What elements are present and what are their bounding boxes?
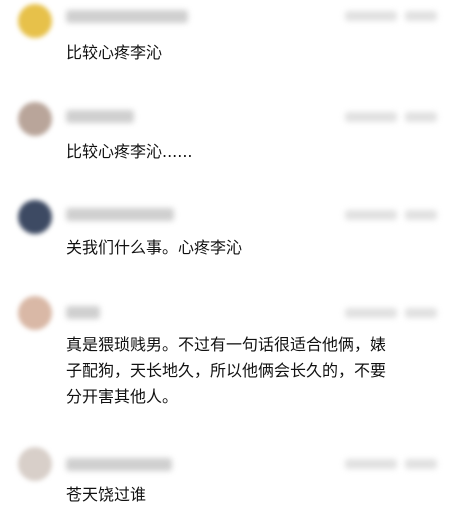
timestamp-blurred: [345, 459, 397, 469]
timestamp-blurred: [345, 210, 397, 220]
timestamp-blurred: [345, 11, 397, 21]
like-count-blurred[interactable]: [405, 459, 437, 469]
username-blurred[interactable]: [66, 306, 100, 319]
avatar[interactable]: [18, 447, 52, 481]
timestamp-blurred: [345, 308, 397, 318]
comment-text: 关我们什么事。心疼李沁: [66, 238, 243, 257]
timestamp-blurred: [345, 112, 397, 122]
avatar[interactable]: [18, 200, 52, 234]
like-count-blurred[interactable]: [405, 210, 437, 220]
avatar[interactable]: [18, 102, 52, 136]
comment-text: 比较心疼李沁......: [66, 142, 193, 161]
username-blurred[interactable]: [66, 110, 134, 123]
like-count-blurred[interactable]: [405, 11, 437, 21]
username-blurred[interactable]: [66, 458, 172, 471]
avatar[interactable]: [18, 4, 52, 38]
username-blurred[interactable]: [66, 10, 188, 23]
like-count-blurred[interactable]: [405, 112, 437, 122]
username-blurred[interactable]: [66, 208, 174, 221]
comment-text: 比较心疼李沁: [66, 43, 163, 62]
comment-text: 苍天饶过谁: [66, 485, 147, 504]
like-count-blurred[interactable]: [405, 308, 437, 318]
avatar[interactable]: [18, 296, 52, 330]
comment-text: 真是猥琐贱男。不过有一句话很适合他俩，婊 子配狗，天长地久，所以他俩会长久的，不…: [66, 335, 387, 406]
